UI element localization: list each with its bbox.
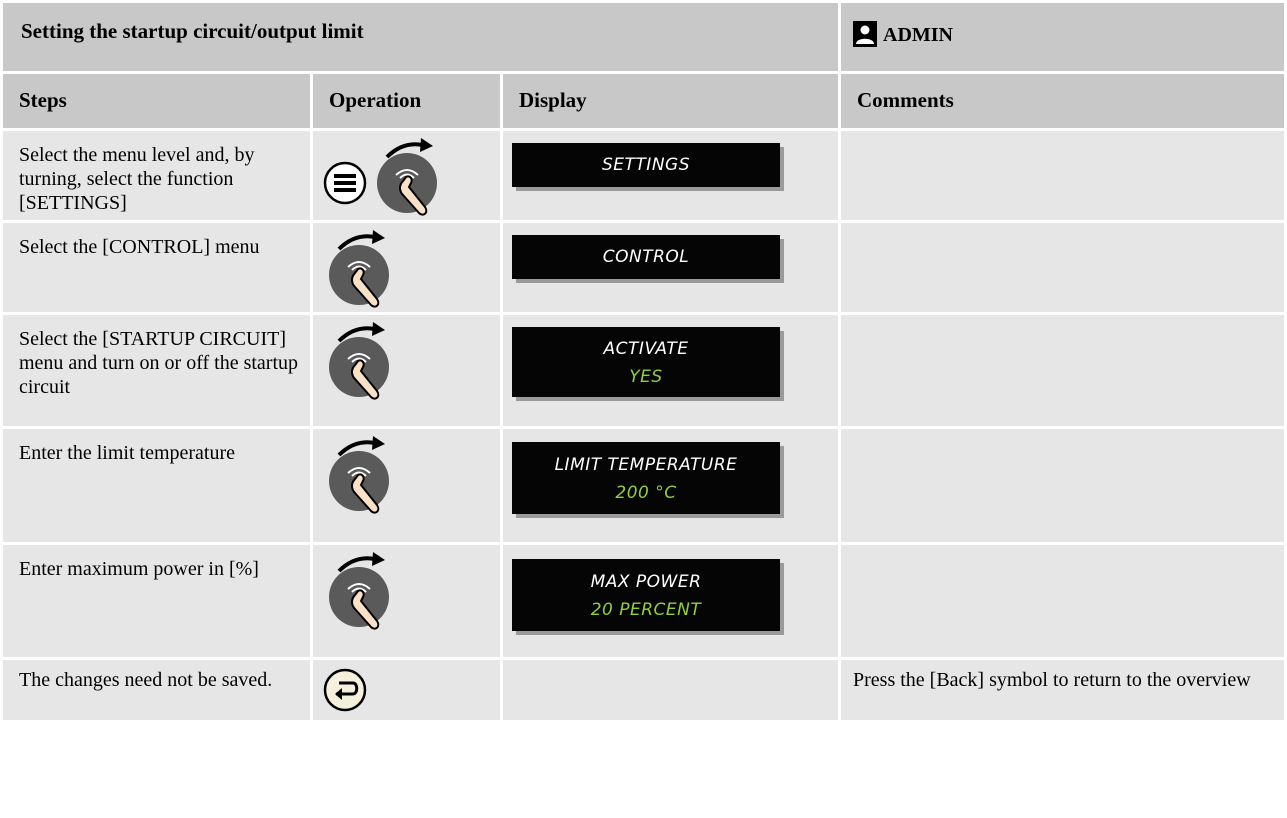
comment-text [841,223,1284,312]
lcd-display: MAX POWER 20 PERCENT [512,559,780,631]
table-row: Enter maximum power in [%] MAX POWER 20 … [3,545,1284,657]
instruction-table: Setting the startup circuit/output limit… [0,0,1287,723]
lcd-line-2: 20 PERCENT [590,600,702,620]
role-label: ADMIN [883,24,953,46]
operation-cell [313,429,500,542]
table-row: Select the menu level and, by turning, s… [3,131,1284,220]
user-icon [853,21,877,47]
table-row: Enter the limit temperature LIMIT TEMPER… [3,429,1284,542]
header-operation: Operation [313,74,500,128]
lcd-line-2: YES [629,367,663,387]
display-cell: ACTIVATE YES [503,315,838,426]
turn-knob-icon [329,230,389,308]
lcd-display: LIMIT TEMPERATURE 200 °C [512,442,780,514]
lcd-line-1: LIMIT TEMPERATURE [554,455,738,475]
admin-badge: ADMIN [841,3,1284,71]
lcd-line-1: CONTROL [602,247,690,267]
operation-cell [313,545,500,657]
step-text: Enter the limit temperature [3,429,310,542]
menu-button-icon [323,161,367,205]
header-comments: Comments [841,74,1284,128]
operation-cell [313,660,500,720]
lcd-display: SETTINGS [512,143,780,187]
step-text: Select the menu level and, by turning, s… [3,131,310,220]
display-cell: MAX POWER 20 PERCENT [503,545,838,657]
display-cell [503,660,838,720]
step-text: Enter maximum power in [%] [3,545,310,657]
display-cell: LIMIT TEMPERATURE 200 °C [503,429,838,542]
operation-cell [313,131,500,220]
comment-text [841,545,1284,657]
lcd-line-1: SETTINGS [602,155,690,175]
turn-knob-icon [377,138,437,216]
table-title: Setting the startup circuit/output limit [3,3,838,71]
lcd-line-1: ACTIVATE [603,339,689,359]
lcd-line-2: 200 °C [615,483,677,503]
step-text: The changes need not be saved. [3,660,310,720]
table-row: The changes need not be saved. Press the… [3,660,1284,720]
turn-knob-icon [329,322,389,400]
comment-text [841,131,1284,220]
turn-knob-icon [329,436,389,514]
table-row: Select the [CONTROL] menu CONTROL [3,223,1284,312]
lcd-display: ACTIVATE YES [512,327,780,397]
comment-text: Press the [Back] symbol to return to the… [841,660,1284,720]
operation-cell [313,315,500,426]
table-row: Select the [STARTUP CIRCUIT] menu and tu… [3,315,1284,426]
operation-cell [313,223,500,312]
header-steps: Steps [3,74,310,128]
step-text: Select the [CONTROL] menu [3,223,310,312]
lcd-display: CONTROL [512,235,780,279]
lcd-line-1: MAX POWER [590,572,702,592]
comment-text [841,315,1284,426]
display-cell: SETTINGS [503,131,838,220]
display-cell: CONTROL [503,223,838,312]
comment-text [841,429,1284,542]
step-text: Select the [STARTUP CIRCUIT] menu and tu… [3,315,310,426]
header-display: Display [503,74,838,128]
back-button-icon [323,668,367,712]
turn-knob-icon [329,552,389,630]
